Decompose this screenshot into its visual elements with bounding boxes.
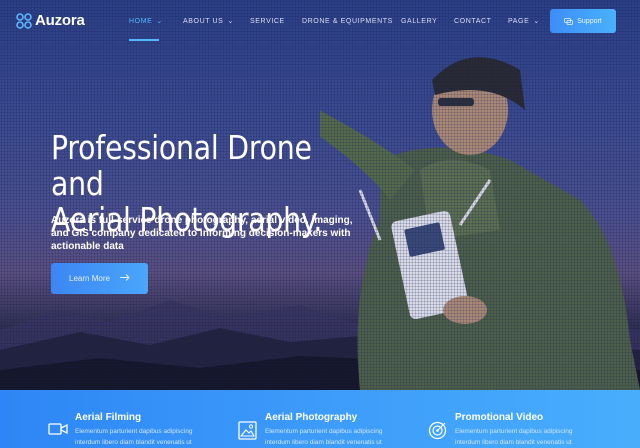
nav-item-about-us[interactable]: ABOUT US ⌄ [183, 0, 234, 42]
nav-item-page[interactable]: PAGE ⌄ [508, 0, 540, 42]
nav-item-label: GALLERY [401, 17, 438, 25]
chevron-down-icon: ⌄ [227, 18, 234, 25]
service-description: Elementum parturient dapibus adipiscing … [75, 428, 193, 446]
support-button-label: Support [577, 17, 602, 25]
nav-item-label: PAGE [508, 17, 530, 25]
learn-more-button[interactable]: Learn More [51, 263, 148, 294]
support-button[interactable]: Support [550, 9, 616, 33]
brand-name: Auzora [35, 12, 85, 29]
target-icon [428, 421, 447, 440]
service-description: Elementum parturient dapibus adipiscing … [265, 428, 383, 446]
nav-active-indicator [129, 39, 159, 41]
brand-logo[interactable]: Auzora [16, 12, 85, 29]
service-title: Aerial Photography [265, 412, 358, 423]
arrow-right-icon [119, 274, 130, 283]
image-frame-icon [238, 421, 257, 440]
nav-item-label: ABOUT US [183, 17, 224, 25]
chevron-down-icon: ⌄ [156, 18, 163, 25]
service-description: Elementum parturient dapibus adipiscing … [455, 428, 573, 446]
nav-item-gallery[interactable]: GALLERY [401, 0, 437, 42]
logo-icon [16, 12, 32, 29]
video-camera-icon [48, 423, 68, 435]
services-strip: Aerial Filming Elementum parturient dapi… [0, 390, 640, 448]
hero-description: Auzora is full-service drone photography… [51, 215, 353, 252]
hero-headline-line-1: Professional Drone and [51, 128, 312, 203]
nav-item-home[interactable]: HOME ⌄ [129, 0, 163, 42]
top-navigation: Auzora HOME ⌄ ABOUT US ⌄ SERVICE DRONE & E… [0, 0, 640, 42]
chevron-down-icon: ⌄ [533, 18, 540, 25]
service-title: Aerial Filming [75, 412, 142, 423]
service-title: Promotional Video [455, 412, 544, 423]
nav-item-service[interactable]: SERVICE [250, 0, 285, 42]
learn-more-label: Learn More [69, 274, 110, 283]
nav-item-label: CONTACT [454, 17, 492, 25]
nav-item-drone-equipments[interactable]: DRONE & EQUIPMENTS [302, 0, 393, 42]
nav-item-label: HOME [129, 17, 153, 25]
nav-item-contact[interactable]: CONTACT [454, 0, 492, 42]
nav-item-label: SERVICE [250, 17, 285, 25]
nav-item-label: DRONE & EQUIPMENTS [302, 17, 393, 25]
support-chat-icon [564, 17, 574, 25]
